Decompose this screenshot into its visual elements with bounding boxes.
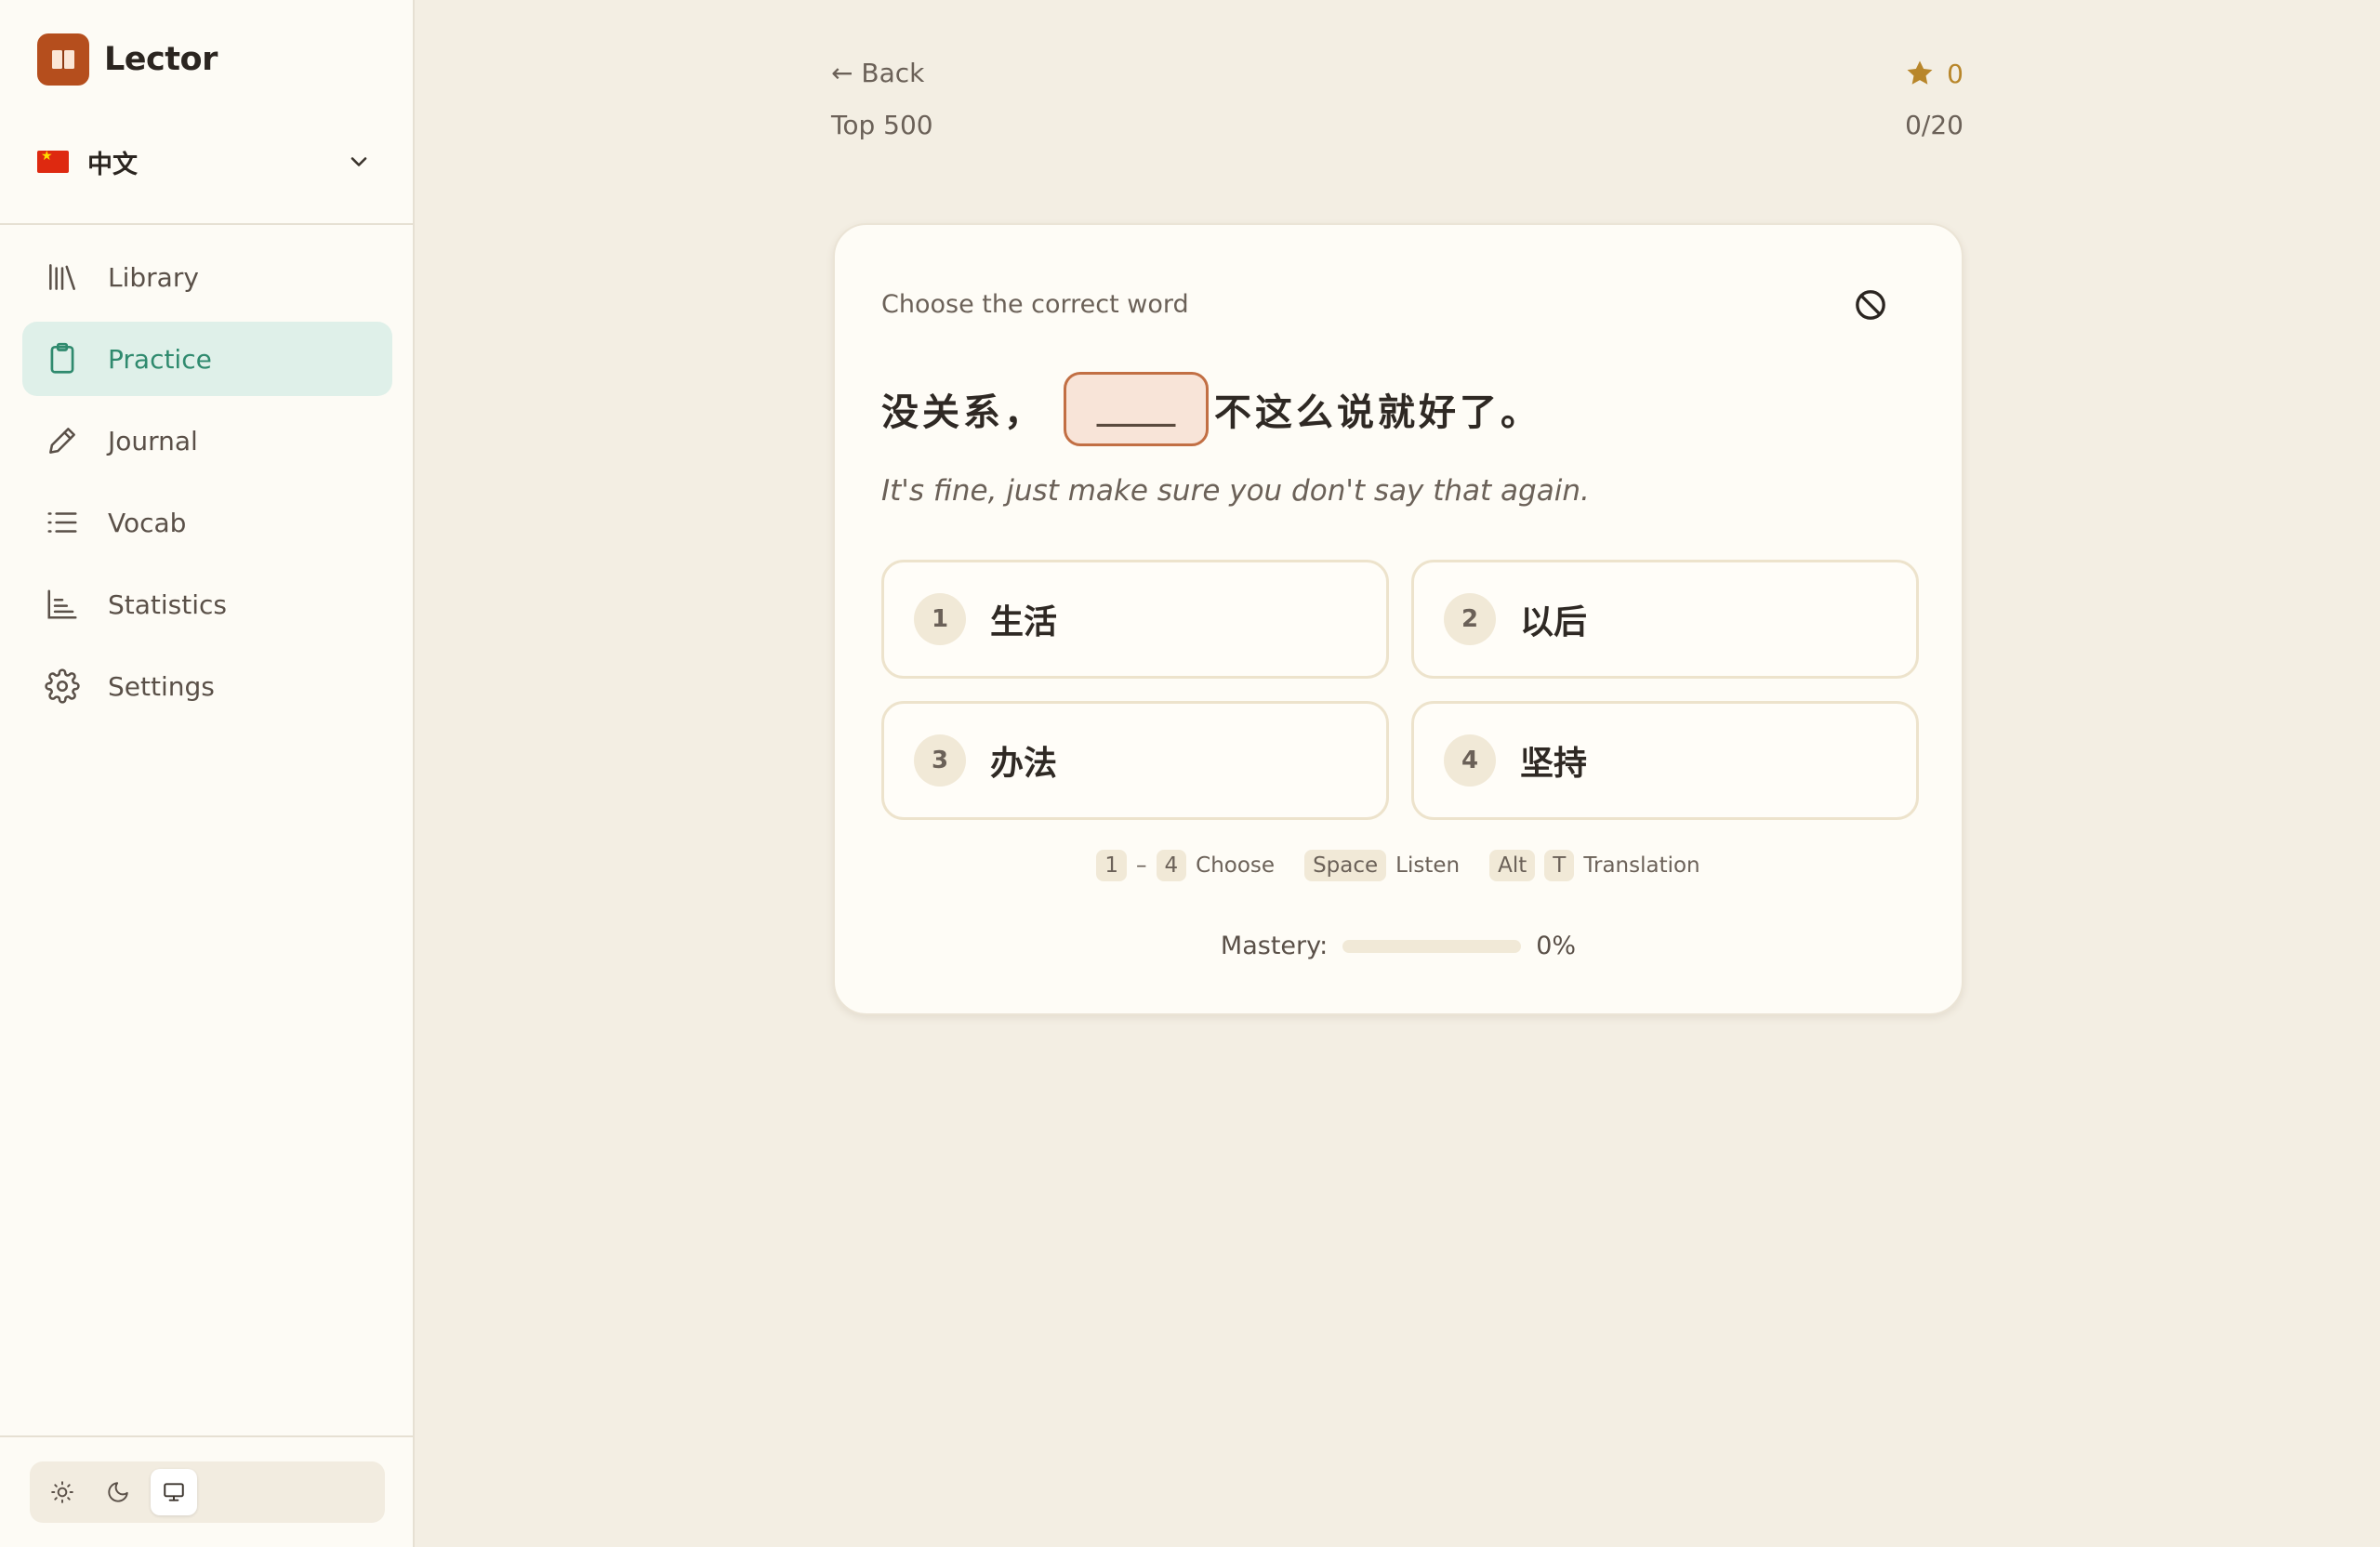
- kbd-key: 1: [1096, 850, 1127, 881]
- option-number: 1: [914, 593, 966, 645]
- sidebar-item-label: Practice: [108, 343, 212, 375]
- theme-switcher: [30, 1461, 385, 1523]
- brand[interactable]: Lector: [37, 33, 218, 86]
- hint-dash: –: [1136, 853, 1147, 878]
- sidebar: Lector 中文 Library Practice Journal Vocab…: [0, 0, 415, 1547]
- kbd-key: Space: [1304, 850, 1387, 881]
- sentence-translation: It's fine, just make sure you don't say …: [881, 474, 1590, 508]
- sidebar-item-journal[interactable]: Journal: [22, 403, 392, 478]
- answer-options: 1 生活 2 以后 3 办法 4 坚持: [881, 560, 1919, 820]
- star-count: 0: [1904, 58, 1964, 89]
- sun-icon: [51, 1481, 73, 1503]
- sidebar-item-label: Settings: [108, 670, 215, 702]
- kbd-key: Alt: [1489, 850, 1536, 881]
- back-link[interactable]: ← Back: [831, 58, 924, 88]
- sidebar-item-label: Library: [108, 261, 199, 293]
- blank-slot: _____: [1064, 372, 1209, 446]
- star-count-value: 0: [1947, 58, 1964, 89]
- sidebar-item-statistics[interactable]: Statistics: [22, 567, 392, 641]
- book-logo-icon: [37, 33, 89, 86]
- cloze-sentence: 没关系， _____ 不这么说就好了。: [881, 372, 1541, 446]
- hint-label: Listen: [1395, 853, 1461, 878]
- language-label: 中文: [87, 150, 138, 179]
- chevron-down-icon: [350, 157, 367, 166]
- progress-count: 0/20: [1905, 110, 1964, 140]
- mastery-value: 0%: [1536, 932, 1577, 960]
- kbd-key: T: [1544, 850, 1575, 881]
- moon-icon: [108, 1482, 128, 1502]
- option-button-4[interactable]: 4 坚持: [1411, 701, 1919, 820]
- clipboard-icon: [50, 342, 74, 374]
- sidebar-nav: Library Practice Journal Vocab Statistic…: [22, 240, 392, 731]
- sentence-after: 不这么说就好了。: [1214, 391, 1541, 434]
- deck-name: Top 500: [831, 110, 933, 140]
- app-name: Lector: [104, 41, 218, 78]
- gear-icon: [45, 668, 80, 704]
- option-number: 4: [1444, 734, 1496, 787]
- theme-light-button[interactable]: [39, 1469, 86, 1515]
- option-button-1[interactable]: 1 生活: [881, 560, 1389, 679]
- star-icon: [1907, 60, 1933, 85]
- skip-ban-icon[interactable]: [1852, 286, 1889, 324]
- hint-label: Translation: [1583, 853, 1700, 878]
- option-text: 坚持: [1520, 745, 1588, 783]
- sidebar-item-label: Vocab: [108, 507, 187, 538]
- exercise-instruction: Choose the correct word: [881, 290, 1189, 319]
- sidebar-item-settings[interactable]: Settings: [22, 649, 392, 723]
- sidebar-item-vocab[interactable]: Vocab: [22, 485, 392, 560]
- sidebar-item-practice[interactable]: Practice: [22, 322, 392, 396]
- sidebar-item-label: Journal: [108, 425, 198, 456]
- option-number: 3: [914, 734, 966, 787]
- option-text: 以后: [1520, 603, 1588, 641]
- sentence-before: 没关系，: [881, 391, 1045, 434]
- sidebar-item-label: Statistics: [108, 588, 227, 620]
- option-text: 办法: [990, 745, 1058, 783]
- mastery-meter: Mastery: 0%: [835, 932, 1962, 960]
- sidebar-item-library[interactable]: Library: [22, 240, 392, 314]
- sidebar-divider: [0, 223, 415, 225]
- list-icon: [47, 512, 77, 533]
- option-button-3[interactable]: 3 办法: [881, 701, 1389, 820]
- monitor-icon: [164, 1483, 184, 1501]
- china-flag-icon: [37, 149, 69, 173]
- option-button-2[interactable]: 2 以后: [1411, 560, 1919, 679]
- exercise-card: Choose the correct word 没关系， _____ 不这么说就…: [833, 223, 1964, 1015]
- theme-dark-button[interactable]: [95, 1469, 141, 1515]
- language-select[interactable]: 中文: [37, 136, 379, 188]
- option-number: 2: [1444, 593, 1496, 645]
- kbd-key: 4: [1156, 850, 1187, 881]
- theme-system-button[interactable]: [151, 1469, 197, 1515]
- keyboard-hints: 1 – 4 Choose Space Listen Alt T Translat…: [835, 850, 1962, 881]
- pencil-icon: [49, 428, 75, 454]
- mastery-bar: [1342, 939, 1522, 953]
- hint-label: Choose: [1196, 853, 1276, 878]
- library-icon: [49, 264, 75, 290]
- bar-chart-icon: [47, 589, 77, 619]
- sidebar-bottom-divider: [0, 1435, 415, 1437]
- mastery-label: Mastery:: [1220, 932, 1329, 960]
- option-text: 生活: [990, 603, 1058, 641]
